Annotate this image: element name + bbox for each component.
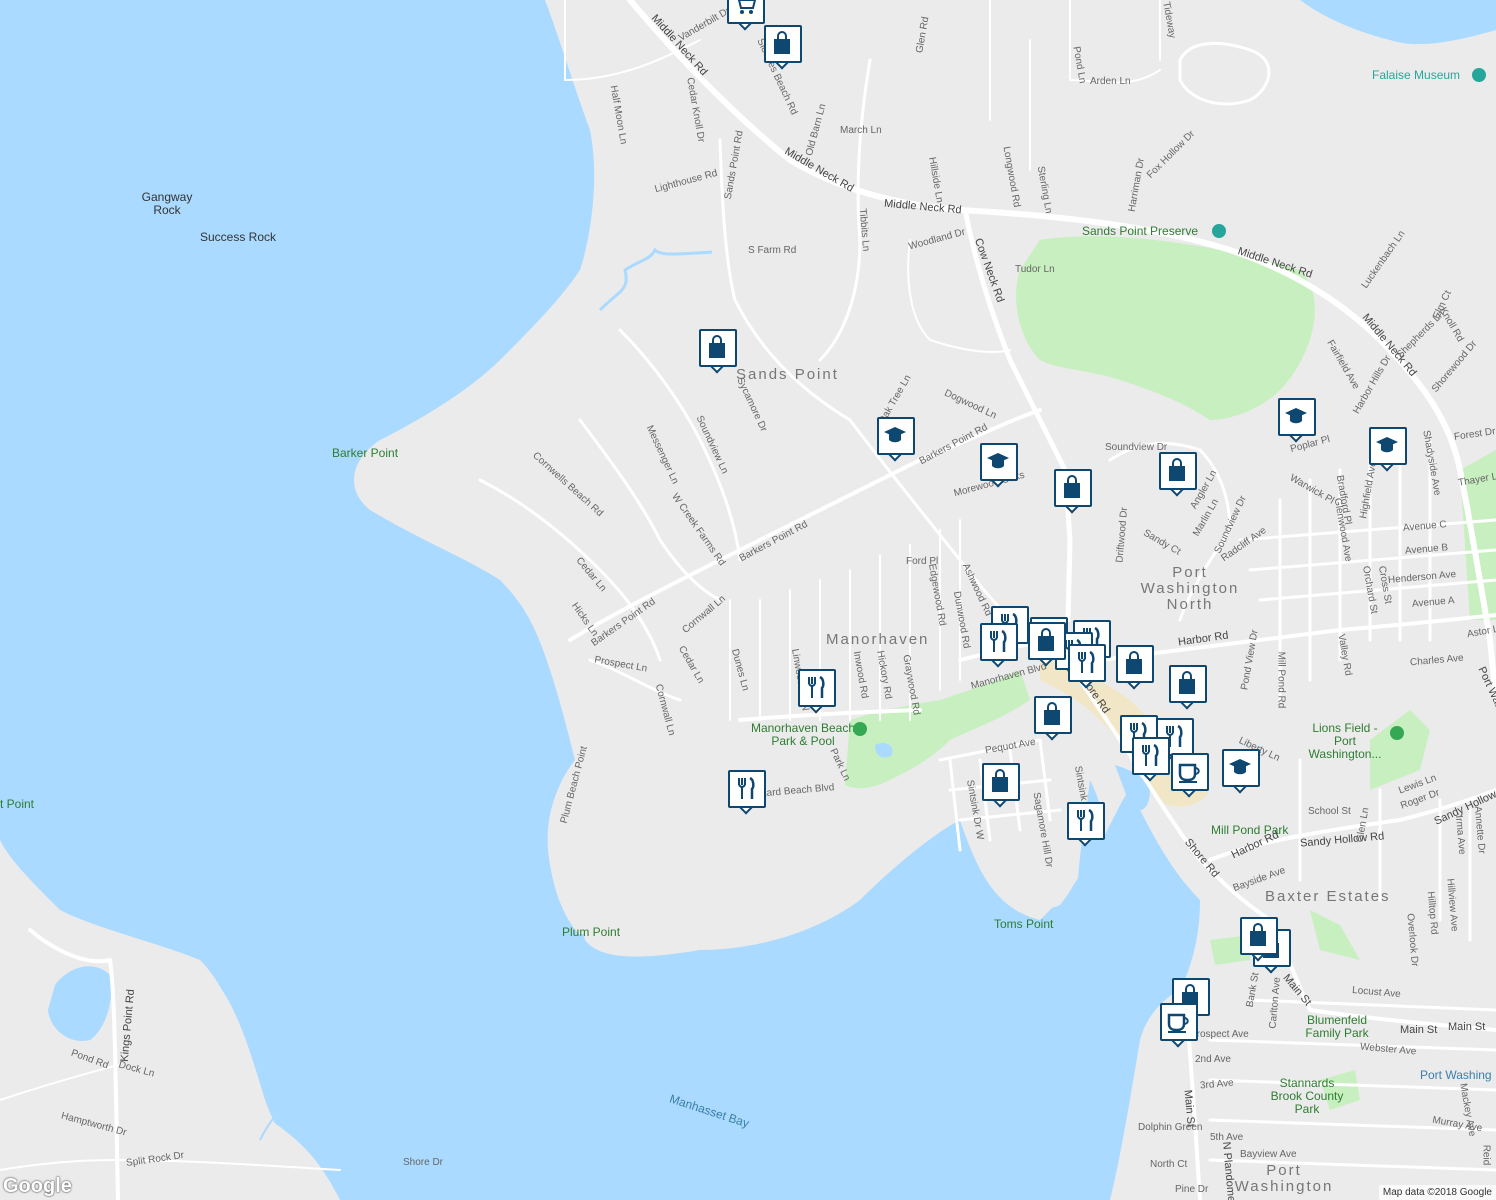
street-label: Bayview Ave (1240, 1149, 1297, 1160)
rock-label-success: Success Rock (200, 230, 277, 244)
shopping-bag-icon (1179, 671, 1195, 694)
street-label: Arden Ln (1090, 76, 1131, 87)
fork-knife-icon (1142, 743, 1159, 766)
shopping-bag-icon (1169, 458, 1185, 481)
park-label-blumenfeld[interactable]: Blumenfeld Family Park (1298, 1014, 1376, 1040)
school-marker[interactable] (1278, 398, 1316, 443)
street-label: Shore Dr (403, 1157, 444, 1168)
coffee-cup-icon (1178, 763, 1200, 783)
street-label: Main St (1448, 1021, 1486, 1033)
point-label-barker: Barker Point (332, 446, 399, 460)
shop-marker[interactable] (1169, 665, 1207, 710)
street-label: Ford Pl (906, 556, 939, 567)
area-label-port-washington-north: Port Washington North (1140, 564, 1240, 613)
street-label: 2nd Ave (1195, 1054, 1231, 1065)
restaurant-marker[interactable] (1067, 802, 1105, 847)
shopping-bag-icon (1126, 651, 1142, 674)
area-label-sands-point: Sands Point (736, 366, 839, 383)
shop-marker[interactable] (1159, 452, 1197, 497)
graduation-cap-icon (1229, 759, 1251, 775)
fork-knife-icon (990, 629, 1007, 652)
shopping-bag-icon (709, 335, 725, 358)
area-label-manorhaven: Manorhaven (826, 631, 930, 648)
shopping-bag-icon (1038, 628, 1054, 651)
shop-marker[interactable] (982, 763, 1020, 808)
shopping-bag-icon (1064, 475, 1080, 498)
area-label-baxter-estates: Baxter Estates (1265, 888, 1391, 905)
street-label: Main St (1400, 1024, 1438, 1036)
map-attribution: Map data ©2018 Google (1378, 1185, 1496, 1200)
place-label-port-washington-edge: Port Washing (1420, 1068, 1492, 1082)
museum-label-falaise[interactable]: Falaise Museum (1372, 69, 1460, 81)
google-logo: Google (3, 1175, 72, 1197)
fork-knife-icon (738, 776, 755, 799)
school-marker[interactable] (980, 443, 1018, 488)
street-label: Dolphin Green (1138, 1122, 1203, 1133)
street-label: Reid (1480, 1144, 1492, 1166)
school-marker[interactable] (877, 417, 915, 462)
street-label: Soundview Dr (1105, 442, 1168, 453)
shopping-bag-icon (992, 769, 1008, 792)
shop-marker[interactable] (1034, 696, 1072, 741)
point-label-left-edge: t Point (0, 797, 35, 811)
shop-marker[interactable] (1240, 917, 1278, 962)
graduation-cap-icon (987, 453, 1009, 469)
school-marker[interactable] (1369, 427, 1407, 472)
restaurant-marker[interactable] (1132, 737, 1170, 782)
map-canvas[interactable]: Sands Point Manorhaven Port Washington N… (0, 0, 1496, 1200)
shopping-cart-icon (737, 0, 757, 14)
park-label-lions-field[interactable]: Lions Field - Port Washington... (1300, 722, 1390, 761)
shop-marker[interactable] (699, 329, 737, 374)
graduation-cap-icon (884, 427, 906, 443)
restaurant-marker[interactable] (1068, 644, 1106, 689)
street-label: School St (1308, 806, 1351, 817)
street-label: North Ct (1150, 1159, 1188, 1170)
street-label: S Farm Rd (748, 245, 797, 256)
shop-marker[interactable] (1028, 622, 1066, 667)
point-label-toms: Toms Point (994, 917, 1054, 931)
shopping-bag-icon (1250, 923, 1266, 946)
street-label: Mill Pond Rd (1275, 651, 1287, 709)
street-label: March Ln (840, 125, 882, 136)
shopping-bag-icon (774, 31, 790, 54)
park-label-stannards-brook[interactable]: Stannards Brook County Park (1268, 1077, 1346, 1116)
street-label: Prospect Ave (1190, 1029, 1249, 1040)
fork-knife-icon (1078, 650, 1095, 673)
restaurant-marker[interactable] (798, 669, 836, 714)
school-marker[interactable] (1222, 749, 1260, 794)
shop-marker[interactable] (1054, 469, 1092, 514)
street-label: Tudor Ln (1015, 264, 1055, 275)
coffee-cup-icon (1167, 1013, 1189, 1033)
street-label: 5th Ave (1210, 1132, 1244, 1143)
street-label: Pine Dr (1175, 1184, 1209, 1195)
park-icon[interactable] (1390, 726, 1404, 740)
area-label-port-washington: Port Washington (1234, 1162, 1334, 1195)
graduation-cap-icon (1285, 408, 1307, 424)
cart-marker[interactable] (727, 0, 765, 31)
park-label-sands-point-preserve[interactable]: Sands Point Preserve (1082, 225, 1198, 237)
cafe-marker[interactable] (1171, 753, 1209, 798)
rock-label-gangway: Gangway Rock (141, 190, 193, 217)
park-icon[interactable] (853, 722, 867, 736)
fork-knife-icon (808, 675, 825, 698)
fork-knife-icon (1077, 808, 1094, 831)
restaurant-marker[interactable] (980, 623, 1018, 668)
park-label-manorhaven-beach[interactable]: Manorhaven Beach Park & Pool (738, 722, 868, 748)
graduation-cap-icon (1376, 437, 1398, 453)
restaurant-marker[interactable] (728, 770, 766, 815)
preserve-icon[interactable] (1212, 224, 1226, 238)
point-label-plum: Plum Point (562, 925, 621, 939)
shop-marker[interactable] (764, 25, 802, 70)
cafe-marker[interactable] (1160, 1003, 1198, 1048)
shop-marker[interactable] (1116, 645, 1154, 690)
street-label: Irma Ave (1452, 814, 1468, 856)
shopping-bag-icon (1044, 702, 1060, 725)
museum-icon[interactable] (1472, 68, 1486, 82)
